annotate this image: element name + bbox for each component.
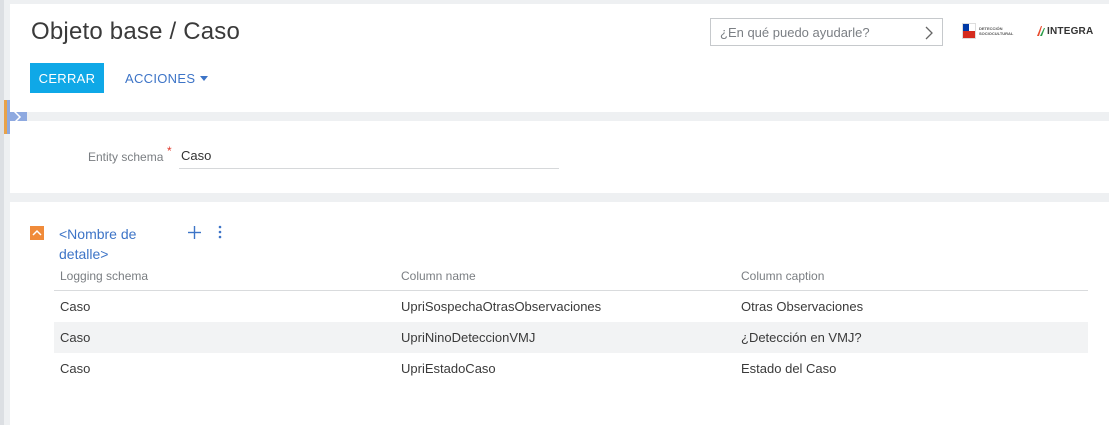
chevron-right-icon[interactable] [924,25,934,41]
search-input[interactable]: ¿En qué puedo ayudarle? [710,18,943,46]
page-header: Objeto base / Caso CERRAR ACCIONES ¿En q… [10,4,1109,112]
detail-name-link[interactable]: <Nombre de detalle> [59,224,169,264]
collapse-detail-button[interactable] [30,226,44,240]
logo-primary-text: DETECCIÓN SOCIOCULTURAL [979,26,1014,36]
table-row[interactable]: Caso UpriNinoDeteccionVMJ ¿Detección en … [54,322,1088,353]
detail-section: <Nombre de detalle> Logging schema Colum… [10,202,1109,425]
detail-grid: Logging schema Column name Column captio… [54,262,1088,384]
column-header-column-caption[interactable]: Column caption [736,269,1088,283]
page-title: Objeto base / Caso [31,18,241,45]
integra-text: INTEGRA [1047,25,1094,37]
required-indicator: * [167,144,172,158]
add-record-button[interactable] [187,224,201,240]
cell-column-caption: ¿Detección en VMJ? [741,330,862,345]
brand-logos: DETECCIÓN SOCIOCULTURAL INTEGRA [962,20,1102,42]
caret-down-icon [200,76,209,81]
cell-column-name: UpriNinoDeteccionVMJ [401,330,536,345]
search-placeholder: ¿En qué puedo ayudarle? [720,24,870,40]
cell-column-caption: Otras Observaciones [741,299,864,314]
chevron-up-icon [32,229,42,236]
cell-logging-schema: Caso [60,330,91,345]
cell-column-name: UpriSospechaOtrasObservaciones [401,299,602,314]
left-edge-strip [0,0,4,425]
grid-header: Logging schema Column name Column captio… [54,262,1088,291]
column-header-column-name[interactable]: Column name [395,269,736,283]
detail-menu-button[interactable] [214,224,226,240]
table-row[interactable]: Caso UpriSospechaOtrasObservaciones Otra… [54,291,1088,322]
table-row[interactable]: Caso UpriEstadoCaso Estado del Caso [54,353,1088,384]
integra-swoosh-icon [1037,26,1045,36]
cell-logging-schema: Caso [60,361,91,376]
integra-logo: INTEGRA [1036,25,1093,37]
cell-logging-schema: Caso [60,299,91,314]
cell-column-caption: Estado del Caso [741,361,837,376]
entity-schema-field[interactable]: Caso [179,145,559,169]
entity-schema-label: Entity schema [88,150,164,164]
column-header-logging-schema[interactable]: Logging schema [54,269,395,283]
chile-flag-logo [962,23,976,39]
actions-button[interactable]: ACCIONES [125,63,209,93]
close-button[interactable]: CERRAR [30,63,104,93]
plus-icon [187,225,201,239]
actions-label: ACCIONES [125,70,196,86]
entity-schema-section: Entity schema * Caso [10,121,1109,193]
cell-column-name: UpriEstadoCaso [401,361,496,376]
more-vertical-icon [218,225,222,239]
